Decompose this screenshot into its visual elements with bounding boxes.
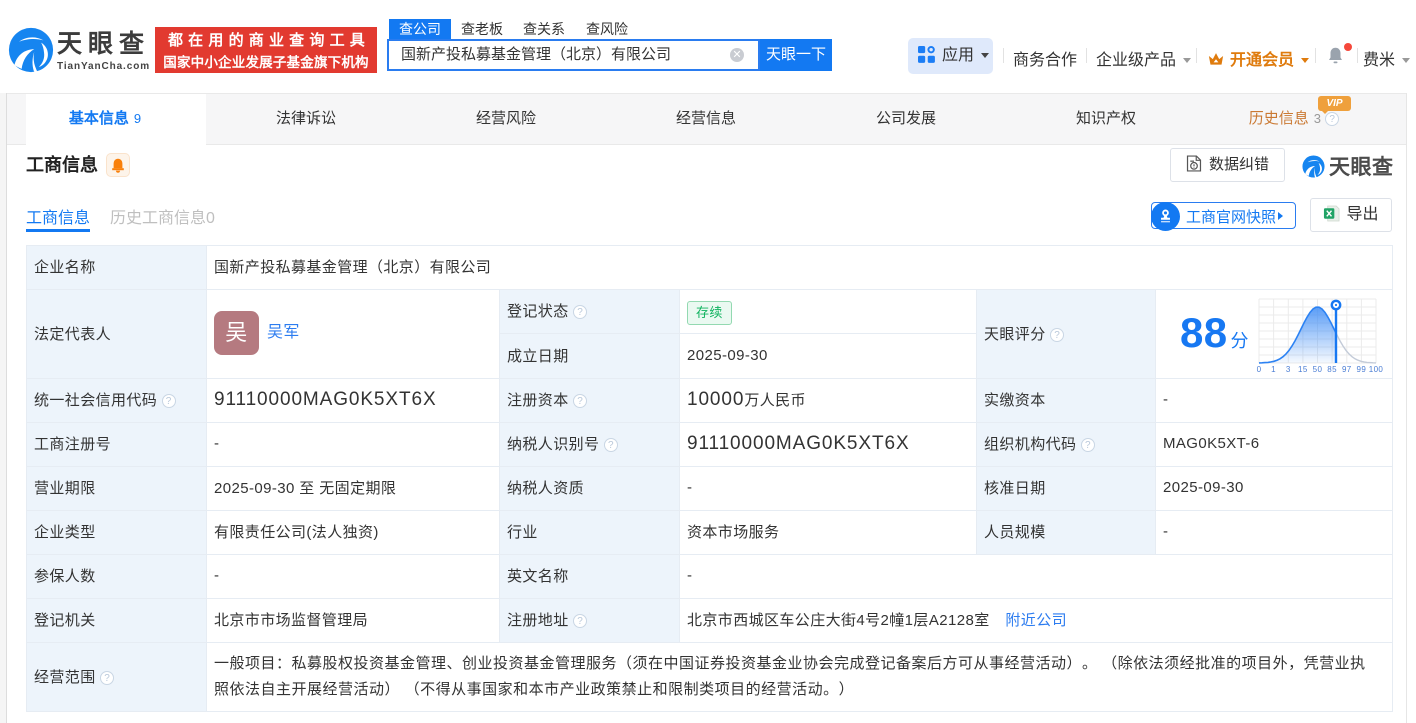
svg-text:50: 50 — [1313, 365, 1323, 374]
svg-text:85: 85 — [1327, 365, 1337, 374]
svg-text:0: 0 — [1257, 365, 1262, 374]
svg-text:15: 15 — [1298, 365, 1308, 374]
svg-text:100: 100 — [1369, 365, 1384, 374]
svg-text:99: 99 — [1357, 365, 1367, 374]
svg-text:3: 3 — [1286, 365, 1291, 374]
svg-text:97: 97 — [1342, 365, 1352, 374]
svg-text:1: 1 — [1271, 365, 1276, 374]
